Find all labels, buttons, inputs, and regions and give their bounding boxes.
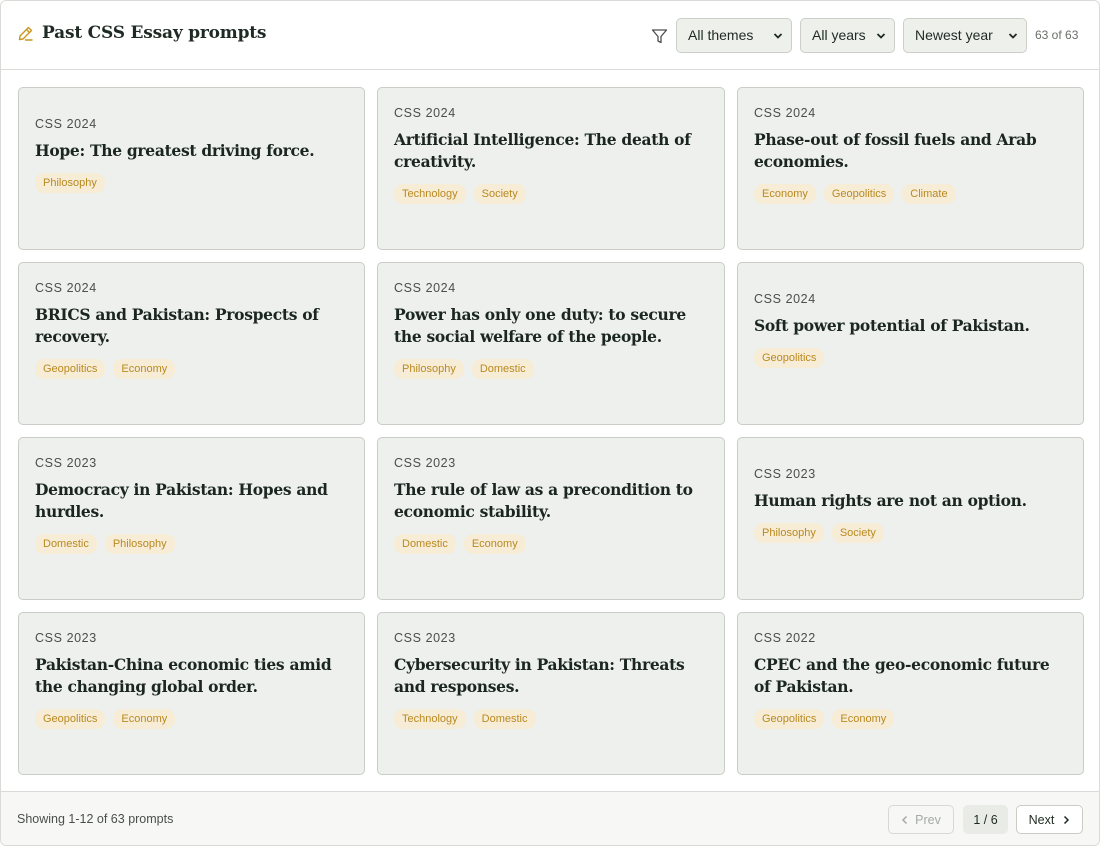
page-indicator: 1 / 6: [963, 805, 1008, 834]
card-prompt: Hope: The greatest driving force.: [35, 140, 315, 160]
prompt-card[interactable]: CSS 2024 Soft power potential of Pakistan…: [737, 262, 1084, 425]
tag-badge: Philosophy: [35, 172, 105, 193]
card-year: CSS 2022: [754, 630, 816, 645]
chevron-down-icon: [773, 33, 783, 39]
card-tags: Economy Geopolitics Climate: [754, 183, 1067, 204]
chevron-left-icon: [902, 815, 908, 824]
card-tags: Geopolitics Economy: [35, 708, 348, 729]
tag-badge: Domestic: [35, 533, 97, 554]
card-year: CSS 2024: [394, 105, 456, 120]
footer: Showing 1-12 of 63 prompts Prev 1 / 6 Ne…: [1, 791, 1099, 845]
tag-badge: Philosophy: [394, 358, 464, 379]
card-year: CSS 2023: [394, 455, 456, 470]
showing-text: Showing 1-12 of 63 prompts: [17, 812, 174, 826]
tag-badge: Economy: [113, 708, 176, 729]
prompt-card[interactable]: CSS 2023 The rule of law as a preconditio…: [377, 437, 725, 600]
prompt-card[interactable]: CSS 2023 Cybersecurity in Pakistan: Threa…: [377, 612, 725, 775]
card-prompt: Democracy in Pakistan: Hopes and hurdles…: [35, 479, 328, 521]
year-select-value: All years: [812, 27, 866, 43]
prompt-card[interactable]: CSS 2024 Hope: The greatest driving force…: [18, 87, 365, 250]
card-year: CSS 2023: [394, 630, 456, 645]
card-prompt: Power has only one duty: to secure the s…: [394, 304, 686, 346]
card-prompt: Soft power potential of Pakistan.: [754, 315, 1030, 335]
sort-select[interactable]: Newest year: [903, 18, 1027, 53]
card-tags: Geopolitics Economy: [754, 708, 1067, 729]
tag-badge: Society: [473, 183, 526, 204]
tag-badge: Climate: [902, 183, 956, 204]
card-prompt: Artificial Intelligence: The death of cr…: [394, 129, 691, 171]
card-year: CSS 2024: [754, 291, 816, 306]
tag-badge: Economy: [113, 358, 176, 379]
next-button[interactable]: Next: [1016, 805, 1083, 834]
tag-badge: Geopolitics: [754, 708, 825, 729]
page-title: Past CSS Essay prompts: [42, 23, 267, 43]
prompt-card[interactable]: CSS 2023 Human rights are not an option. P…: [737, 437, 1084, 600]
tag-badge: Philosophy: [104, 533, 175, 554]
tag-badge: Technology: [394, 708, 466, 729]
card-prompt: Pakistan-China economic ties amid the ch…: [35, 654, 332, 696]
card-prompt: BRICS and Pakistan: Prospects of recover…: [35, 304, 319, 346]
tag-badge: Domestic: [394, 533, 456, 554]
card-prompt: The rule of law as a precondition to eco…: [394, 479, 693, 521]
card-year: CSS 2024: [394, 280, 456, 295]
prompt-card[interactable]: CSS 2024 Artificial Intelligence: The dea…: [377, 87, 725, 250]
prev-button[interactable]: Prev: [888, 805, 954, 834]
tag-badge: Economy: [832, 708, 895, 729]
card-year: CSS 2023: [35, 630, 97, 645]
card-year: CSS 2024: [35, 280, 97, 295]
tag-badge: Philosophy: [754, 522, 824, 543]
card-year: CSS 2024: [754, 105, 816, 120]
tag-badge: Domestic: [473, 708, 536, 729]
card-prompt: Phase-out of fossil fuels and Arab econo…: [754, 129, 1037, 171]
card-year: CSS 2024: [35, 116, 97, 131]
chevron-down-icon: [876, 33, 886, 39]
card-tags: Philosophy Society: [754, 522, 1067, 543]
tag-badge: Society: [831, 522, 884, 543]
theme-select-value: All themes: [688, 27, 754, 43]
filter-icon: [651, 28, 668, 50]
tag-badge: Geopolitics: [35, 708, 106, 729]
card-tags: Technology Domestic: [394, 708, 708, 729]
tag-badge: Geopolitics: [823, 183, 895, 204]
tag-badge: Geopolitics: [754, 347, 825, 368]
card-tags: Domestic Philosophy: [35, 533, 348, 554]
theme-select[interactable]: All themes: [676, 18, 792, 53]
card-tags: Philosophy: [35, 172, 348, 193]
card-tags: Geopolitics: [754, 347, 1067, 368]
result-count: 63 of 63: [1035, 28, 1079, 42]
chevron-down-icon: [1008, 33, 1018, 39]
tag-badge: Geopolitics: [35, 358, 106, 379]
card-tags: Geopolitics Economy: [35, 358, 348, 379]
card-year: CSS 2023: [754, 466, 816, 481]
prompt-grid: CSS 2024 Hope: The greatest driving force…: [18, 87, 1084, 775]
sort-select-value: Newest year: [915, 27, 993, 43]
card-tags: Domestic Economy: [394, 533, 708, 554]
card-prompt: Human rights are not an option.: [754, 490, 1027, 510]
tag-badge: Domestic: [471, 358, 534, 379]
tag-badge: Economy: [754, 183, 816, 204]
prev-label: Prev: [915, 812, 941, 827]
card-prompt: CPEC and the geo-economic future of Paki…: [754, 654, 1050, 696]
app-window: Past CSS Essay prompts All themes All ye…: [0, 0, 1100, 846]
tag-badge: Economy: [463, 533, 526, 554]
next-label: Next: [1028, 812, 1055, 827]
chevron-right-icon: [1064, 815, 1070, 824]
pencil-icon: [17, 25, 34, 42]
prompt-card[interactable]: CSS 2024 BRICS and Pakistan: Prospects of…: [18, 262, 365, 425]
title-group: Past CSS Essay prompts: [17, 23, 267, 43]
card-tags: Technology Society: [394, 183, 708, 204]
year-select[interactable]: All years: [800, 18, 895, 53]
tag-badge: Technology: [394, 183, 466, 204]
prompt-card[interactable]: CSS 2024 Power has only one duty: to secu…: [377, 262, 725, 425]
header: Past CSS Essay prompts All themes All ye…: [1, 1, 1099, 70]
prompt-card[interactable]: CSS 2023 Pakistan-China economic ties ami…: [18, 612, 365, 775]
prompt-card[interactable]: CSS 2023 Democracy in Pakistan: Hopes and…: [18, 437, 365, 600]
prompt-card[interactable]: CSS 2024 Phase-out of fossil fuels and Ar…: [737, 87, 1084, 250]
card-year: CSS 2023: [35, 455, 97, 470]
card-tags: Philosophy Domestic: [394, 358, 708, 379]
prompt-card[interactable]: CSS 2022 CPEC and the geo-economic future…: [737, 612, 1084, 775]
card-prompt: Cybersecurity in Pakistan: Threats and r…: [394, 654, 685, 696]
